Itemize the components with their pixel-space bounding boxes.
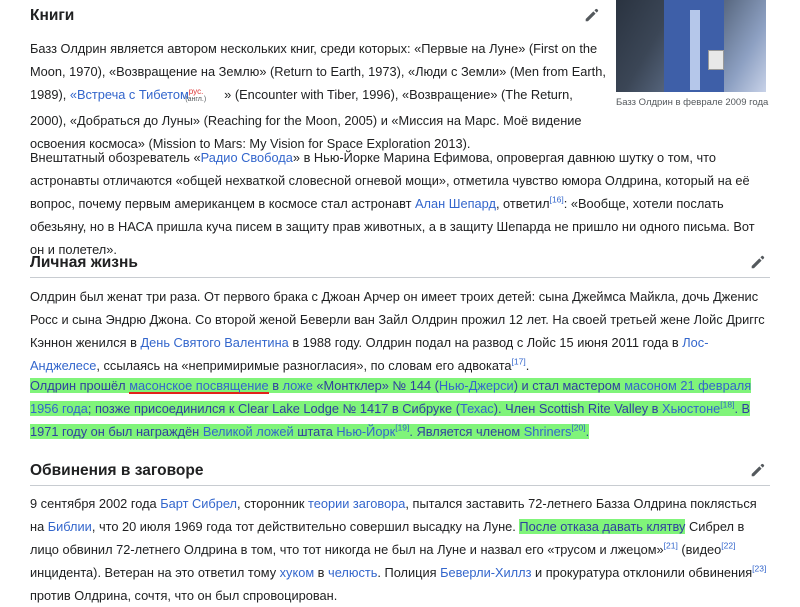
text: , ссылаясь на «непримиримые разногласия»… (96, 358, 512, 373)
text: (видео (677, 542, 722, 557)
section-title-conspiracy: Обвинения в заговоре (30, 462, 204, 479)
text: , сторонник (236, 496, 308, 511)
text: , что 20 июля 1969 года тот действительн… (91, 519, 520, 534)
image-caption: Базз Олдрин в феврале 2009 года (616, 97, 769, 108)
link-valentines-day[interactable]: День Святого Валентина (140, 335, 288, 350)
photo-tie (690, 10, 700, 90)
ref-19[interactable]: [19] (395, 423, 409, 433)
ref-16[interactable]: [16] (550, 195, 564, 205)
text: ; позже присоединился к Clear Lake Lodge… (87, 401, 460, 416)
lang-ru-tag[interactable]: рус. (189, 87, 204, 96)
link-bart-sibrel[interactable]: Барт Сибрел (160, 496, 237, 511)
text: ) и стал мастером (513, 378, 625, 393)
text: в 1988 году. Олдрин подал на развод с Ло… (288, 335, 683, 350)
edit-pencil-icon[interactable] (583, 6, 601, 24)
section-title-books: Книги (30, 7, 75, 24)
link-new-jersey[interactable]: Нью-Джерси (439, 378, 514, 393)
text: и прокуратура отклонили обвинения (531, 565, 753, 580)
link-grand-lodge[interactable]: Великой ложей (203, 424, 294, 439)
highlighted-refusal-text: После отказа давать клятву (519, 519, 686, 534)
personal-paragraph-2-highlighted: Олдрин прошёл масонское посвящение в лож… (30, 374, 770, 443)
link-houston[interactable]: Хьюстоне (662, 401, 720, 416)
text: в (314, 565, 329, 580)
text: , ответил (495, 196, 550, 211)
text: против Олдрина, сочтя, что он был спрово… (30, 588, 338, 603)
text: . (525, 358, 530, 373)
text: . (585, 424, 590, 439)
photo-badge (708, 50, 724, 70)
link-alan-shepard[interactable]: Алан Шепард (415, 196, 496, 211)
link-conspiracy-theory[interactable]: теории заговора (308, 496, 405, 511)
ref-20[interactable]: [20] (571, 423, 585, 433)
lang-en-tag: (англ.) (185, 96, 207, 103)
buzz-aldrin-photo[interactable] (616, 0, 766, 92)
link-hook[interactable]: хуком (280, 565, 314, 580)
section-divider (30, 485, 770, 486)
edit-pencil-icon[interactable] (749, 461, 767, 479)
books-paragraph-2: Внештатный обозреватель «Радио Свобода» … (30, 146, 770, 261)
link-jaw[interactable]: челюсть (328, 565, 377, 580)
books-paragraph-1: Базз Олдрин является автором нескольких … (30, 37, 608, 155)
text: ). Член Scottish Rite Valley в (493, 401, 663, 416)
link-bible[interactable]: Библии (48, 519, 92, 534)
text: «Монтклер» № 144 ( (312, 378, 439, 393)
text: штата (293, 424, 337, 439)
text: инцидента). Ветеран на это ответил тому (30, 565, 280, 580)
text: в (268, 378, 283, 393)
link-beverly-hills[interactable]: Беверли-Хиллз (440, 565, 531, 580)
ref-18[interactable]: [18] (720, 400, 734, 410)
edit-pencil-icon[interactable] (749, 253, 767, 271)
text: 9 сентября 2002 года (30, 496, 161, 511)
section-divider (30, 277, 770, 278)
conspiracy-paragraph-1: 9 сентября 2002 года Барт Сибрел, сторон… (30, 492, 770, 607)
link-masonic-initiation[interactable]: масонское посвящение (129, 378, 268, 394)
link-new-york[interactable]: Нью-Йорк (336, 424, 395, 439)
ref-17[interactable]: [17] (512, 357, 526, 367)
link-texas[interactable]: Техас (460, 401, 494, 416)
text: . Является членом (409, 424, 524, 439)
link-mason[interactable]: масоном (624, 378, 677, 393)
link-encounter-with-tibet[interactable]: «Встреча с Тибетом (70, 87, 189, 102)
ref-21[interactable]: [21] (664, 541, 678, 551)
ref-22[interactable]: [22] (721, 541, 735, 551)
text: Олдрин прошёл (30, 378, 130, 393)
text: Внештатный обозреватель « (30, 150, 201, 165)
link-february-21[interactable]: 21 февраля (680, 378, 751, 393)
text: . Полиция (377, 565, 441, 580)
ref-23[interactable]: [23] (752, 564, 766, 574)
link-1956[interactable]: 1956 года (30, 401, 88, 416)
personal-paragraph-1: Олдрин был женат три раза. От первого бр… (30, 285, 770, 377)
link-radio-svoboda[interactable]: Радио Свобода (201, 150, 293, 165)
link-lodge[interactable]: ложе (283, 378, 313, 393)
section-title-personal-life: Личная жизнь (30, 254, 138, 271)
link-shriners[interactable]: Shriners (524, 424, 572, 439)
